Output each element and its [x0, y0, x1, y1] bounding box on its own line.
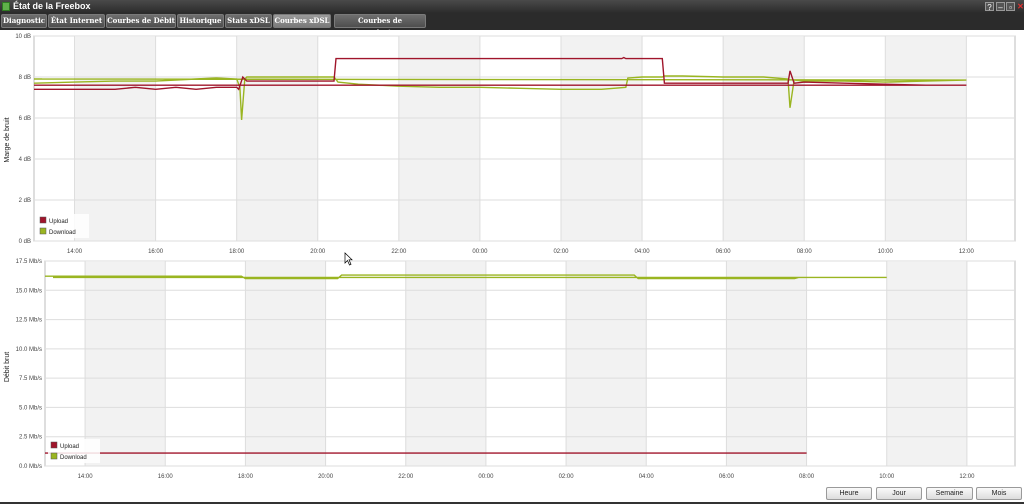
chart-band [886, 262, 967, 466]
y-tick-label: 10 dB [15, 34, 31, 40]
x-tick-label: 18:00 [238, 474, 254, 480]
chart-band [885, 37, 967, 241]
x-tick-label: 04:00 [635, 249, 651, 255]
x-tick-label: 14:00 [67, 249, 83, 255]
legend-swatch-upload [50, 441, 58, 449]
legend-swatch-upload [39, 216, 47, 224]
legend-label-download: Download [49, 230, 76, 236]
y-tick-label: 4 dB [19, 157, 31, 163]
legend-label-upload: Upload [49, 219, 68, 225]
x-tick-label: 14:00 [78, 474, 94, 480]
x-tick-label: 10:00 [878, 249, 894, 255]
chart-band [566, 262, 647, 466]
chart-band [405, 262, 486, 466]
x-tick-label: 04:00 [639, 474, 655, 480]
y-tick-label: 8 dB [19, 75, 31, 81]
x-tick-label: 22:00 [391, 249, 407, 255]
y-axis-title: Marge de bruit [4, 117, 11, 162]
x-tick-label: 20:00 [310, 249, 326, 255]
legend-swatch-download [39, 227, 47, 235]
x-tick-label: 02:00 [553, 249, 569, 255]
x-tick-label: 00:00 [472, 249, 488, 255]
legend-label-upload: Upload [60, 444, 79, 450]
chart-band [74, 37, 156, 241]
chart-band [726, 262, 807, 466]
y-tick-label: 15.0 Mb/s [16, 288, 42, 294]
x-tick-label: 00:00 [478, 474, 494, 480]
y-tick-label: 10.0 Mb/s [16, 347, 42, 353]
chart-band [85, 262, 166, 466]
x-tick-label: 18:00 [229, 249, 245, 255]
chart-frame [44, 260, 1016, 467]
chart-band [245, 262, 326, 466]
x-tick-label: 16:00 [148, 249, 164, 255]
y-tick-label: 2 dB [19, 198, 31, 204]
day-button[interactable]: Jour [876, 487, 922, 500]
x-tick-label: 06:00 [719, 474, 735, 480]
chart-band [723, 37, 805, 241]
x-tick-label: 12:00 [959, 249, 975, 255]
x-tick-label: 20:00 [318, 474, 334, 480]
week-button[interactable]: Semaine [926, 487, 973, 500]
xdsl-charts: 14:00 16:00 18:00 20:00 22:00 00:00 02:00 04:00… [4, 34, 1016, 480]
month-button[interactable]: Mois [976, 487, 1022, 500]
y-tick-label: 0 dB [19, 239, 31, 245]
y-tick-label: 6 dB [19, 116, 31, 122]
x-tick-label: 12:00 [959, 474, 975, 480]
y-tick-label: 17.5 Mb/s [16, 259, 42, 265]
x-tick-label: 06:00 [716, 249, 732, 255]
y-tick-label: 7.5 Mb/s [19, 376, 42, 382]
y-axis-title: Débit brut [4, 352, 11, 382]
legend-label-download: Download [60, 455, 87, 461]
y-tick-label: 0.0 Mb/s [19, 464, 42, 470]
x-tick-label: 08:00 [799, 474, 815, 480]
x-tick-label: 16:00 [158, 474, 174, 480]
x-tick-label: 22:00 [398, 474, 414, 480]
chart-band [398, 37, 480, 241]
chart-frame [33, 35, 1016, 242]
y-tick-label: 2.5 Mb/s [19, 435, 42, 441]
x-tick-label: 10:00 [879, 474, 895, 480]
x-tick-label: 08:00 [797, 249, 813, 255]
hour-button[interactable]: Heure [826, 487, 872, 500]
chart-band [560, 37, 643, 241]
legend-swatch-download [50, 452, 58, 460]
y-tick-label: 5.0 Mb/s [19, 405, 42, 411]
y-tick-label: 12.5 Mb/s [16, 318, 42, 324]
x-tick-label: 02:00 [559, 474, 575, 480]
chart-band [236, 37, 318, 241]
